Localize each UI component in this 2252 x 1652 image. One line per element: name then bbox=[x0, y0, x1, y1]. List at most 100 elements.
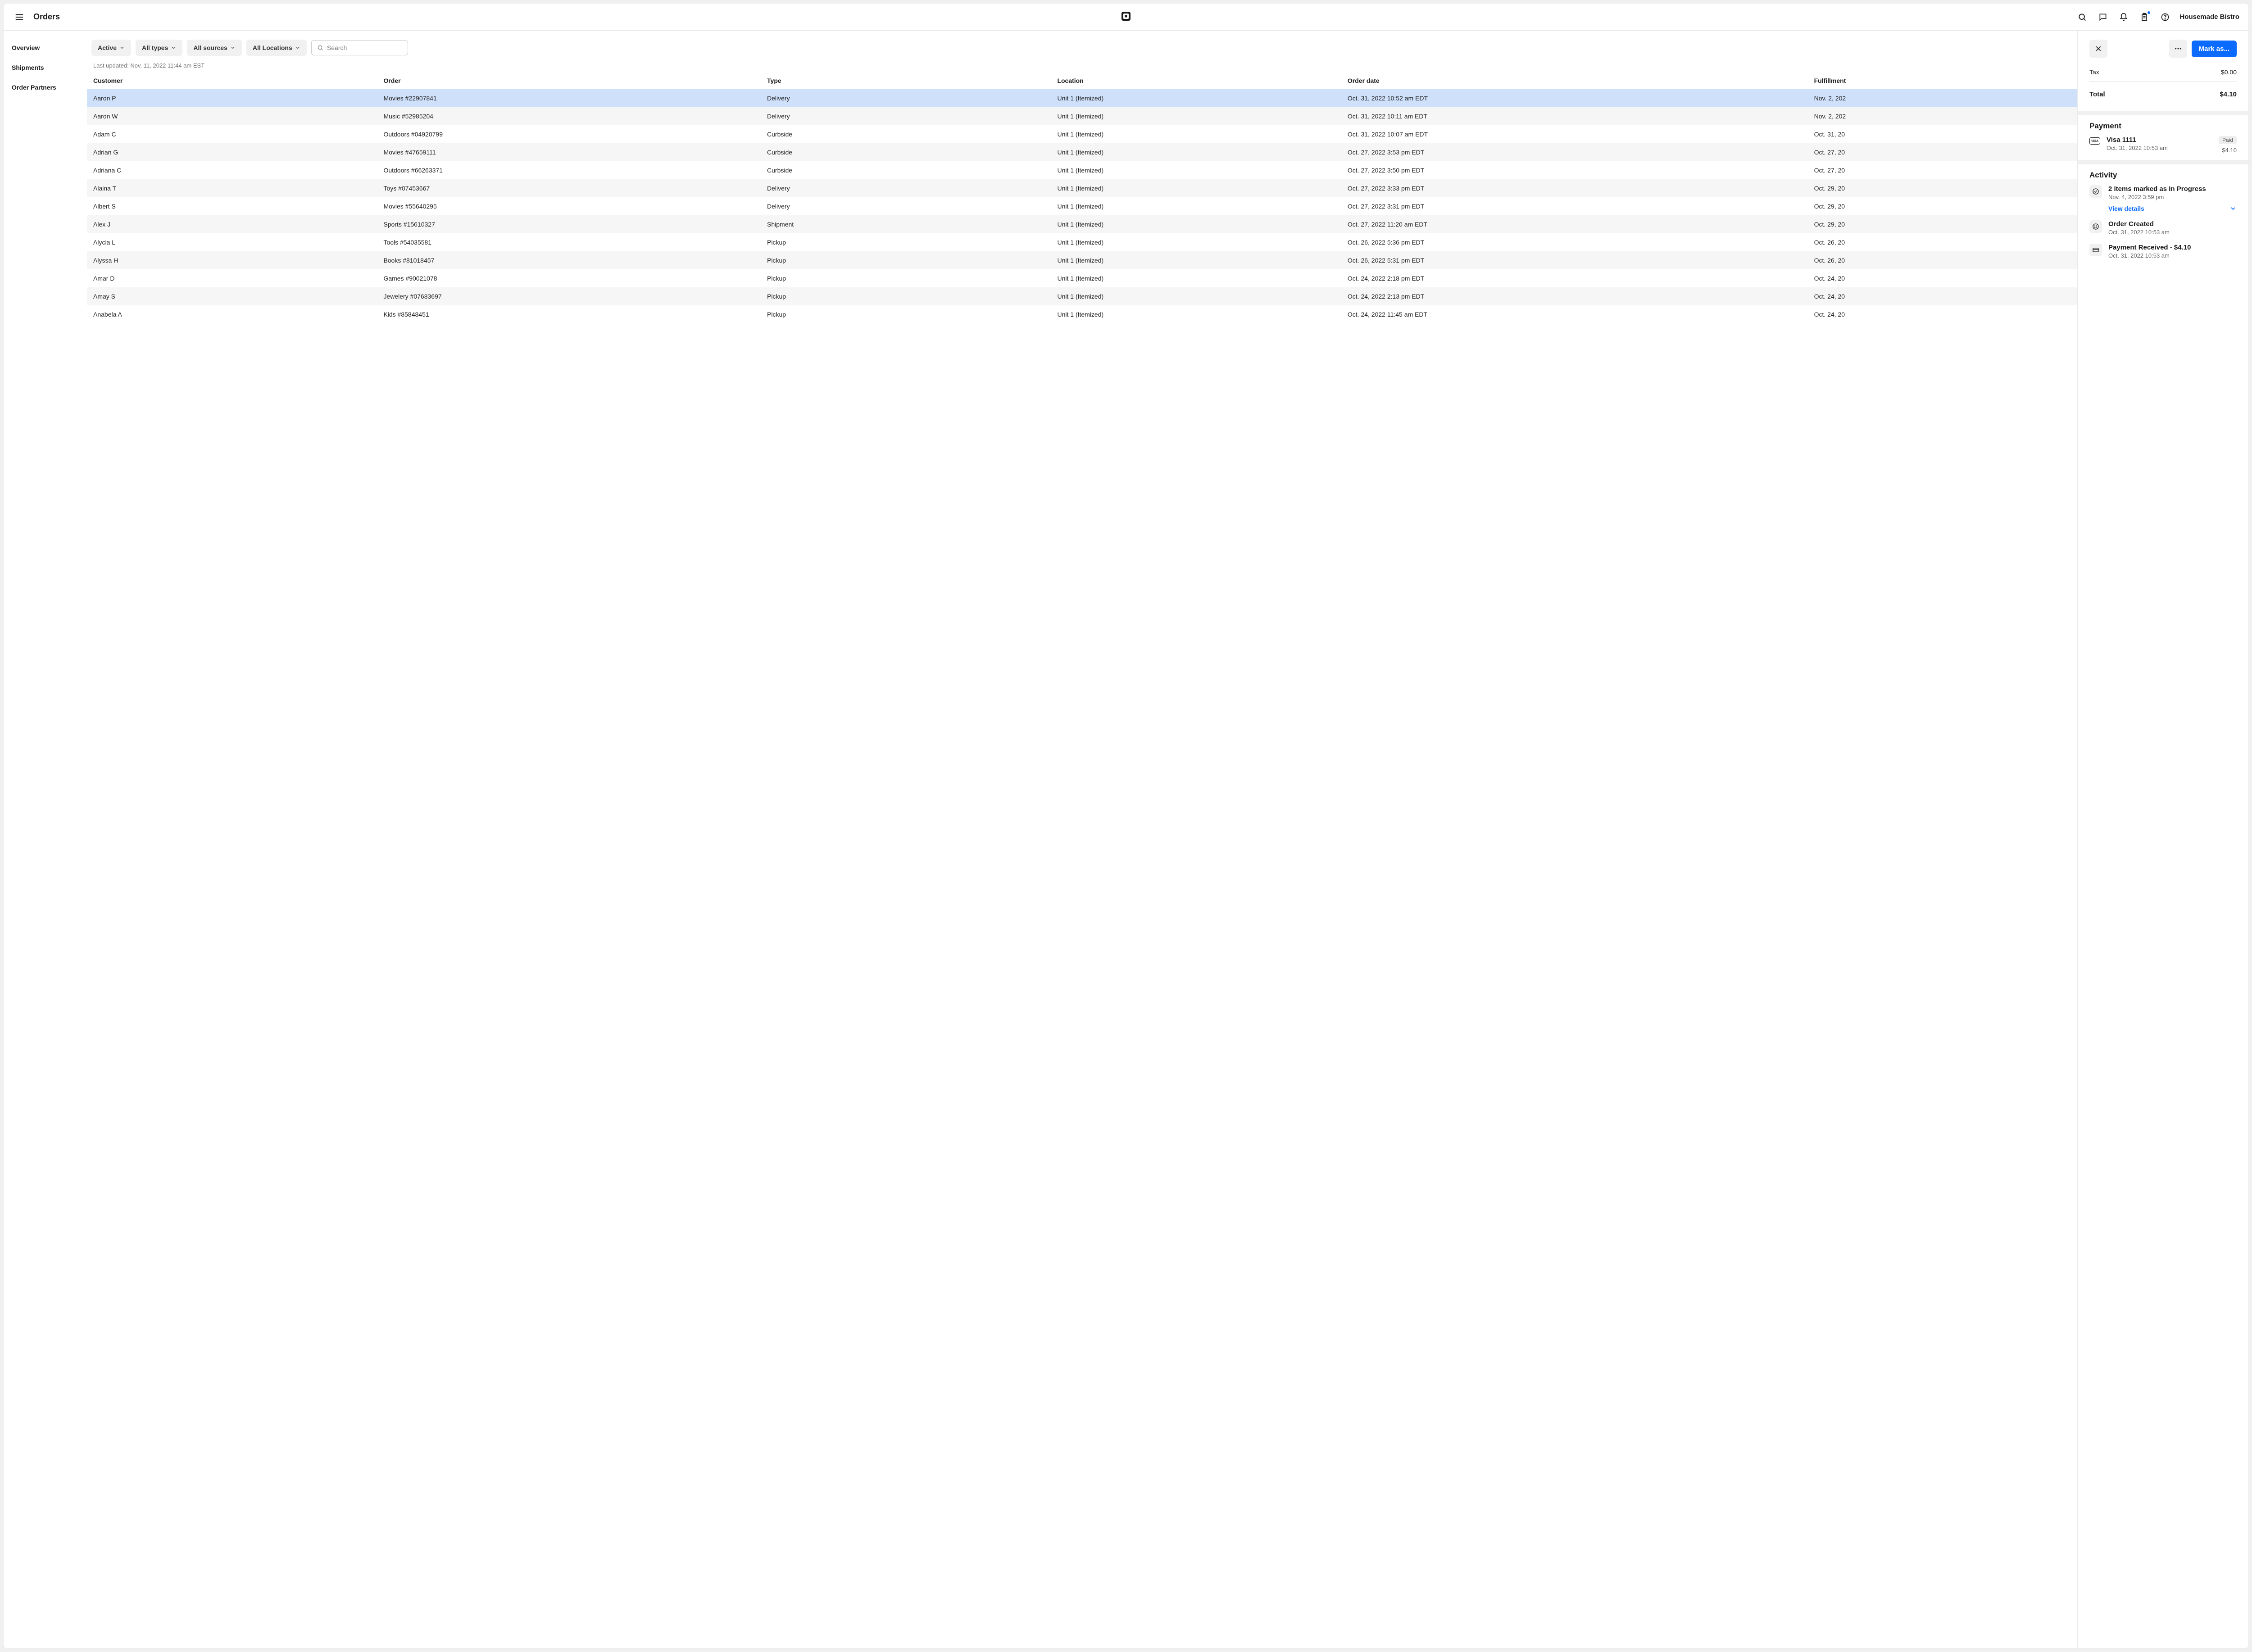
cell-date: Oct. 27, 2022 3:31 pm EDT bbox=[1341, 197, 1808, 215]
cell-location: Unit 1 (Itemized) bbox=[1051, 107, 1341, 125]
cell-order: Sports #15610327 bbox=[377, 215, 761, 233]
search-input[interactable] bbox=[327, 44, 402, 51]
view-details-button[interactable]: View details bbox=[2108, 205, 2237, 212]
cell-date: Oct. 31, 2022 10:07 am EDT bbox=[1341, 125, 1808, 143]
cell-customer: Anabela A bbox=[87, 305, 377, 323]
table-row[interactable]: Aaron PMovies #22907841DeliveryUnit 1 (I… bbox=[87, 89, 2077, 108]
cell-order: Toys #07453667 bbox=[377, 179, 761, 197]
table-row[interactable]: Adriana COutdoors #66263371CurbsideUnit … bbox=[87, 161, 2077, 179]
th-fulfillment[interactable]: Fulfillment bbox=[1808, 73, 2077, 89]
payment-card: Visa 1111 bbox=[2107, 136, 2212, 144]
cell-fulfill: Oct. 29, 20 bbox=[1808, 197, 2077, 215]
cell-type: Shipment bbox=[761, 215, 1051, 233]
payment-amount: $4.10 bbox=[2219, 147, 2237, 154]
cell-location: Unit 1 (Itemized) bbox=[1051, 251, 1341, 269]
cell-customer: Adrian G bbox=[87, 143, 377, 161]
sidebar-item-order-partners[interactable]: Order Partners bbox=[12, 84, 79, 91]
search-button[interactable] bbox=[2076, 11, 2089, 23]
chat-icon bbox=[2098, 13, 2107, 22]
table-row[interactable]: Amar DGames #90021078PickupUnit 1 (Itemi… bbox=[87, 269, 2077, 287]
table-row[interactable]: Alyssa HBooks #81018457PickupUnit 1 (Ite… bbox=[87, 251, 2077, 269]
cell-location: Unit 1 (Itemized) bbox=[1051, 143, 1341, 161]
cell-location: Unit 1 (Itemized) bbox=[1051, 233, 1341, 251]
table-row[interactable]: Alex JSports #15610327ShipmentUnit 1 (It… bbox=[87, 215, 2077, 233]
cell-fulfill: Oct. 31, 20 bbox=[1808, 125, 2077, 143]
cell-customer: Alex J bbox=[87, 215, 377, 233]
notifications-button[interactable] bbox=[2117, 11, 2130, 23]
cell-type: Delivery bbox=[761, 179, 1051, 197]
th-customer[interactable]: Customer bbox=[87, 73, 377, 89]
cell-order: Games #90021078 bbox=[377, 269, 761, 287]
sidebar-item-shipments[interactable]: Shipments bbox=[12, 64, 79, 71]
chat-button[interactable] bbox=[2097, 11, 2109, 23]
table-row[interactable]: Alycia LTools #54035581PickupUnit 1 (Ite… bbox=[87, 233, 2077, 251]
table-row[interactable]: Adrian GMovies #47659111CurbsideUnit 1 (… bbox=[87, 143, 2077, 161]
clipboard-button[interactable] bbox=[2138, 11, 2151, 23]
chevron-down-icon bbox=[230, 45, 236, 50]
cell-date: Oct. 24, 2022 2:18 pm EDT bbox=[1341, 269, 1808, 287]
cell-fulfill: Oct. 27, 20 bbox=[1808, 161, 2077, 179]
chevron-down-icon bbox=[119, 45, 125, 50]
menu-button[interactable] bbox=[13, 10, 26, 24]
filters-row: Active All types All sources All Locatio… bbox=[87, 31, 2077, 62]
help-button[interactable] bbox=[2159, 11, 2171, 23]
cell-location: Unit 1 (Itemized) bbox=[1051, 287, 1341, 305]
cell-fulfill: Oct. 24, 20 bbox=[1808, 287, 2077, 305]
cell-type: Curbside bbox=[761, 161, 1051, 179]
cell-fulfill: Nov. 2, 202 bbox=[1808, 89, 2077, 108]
cell-fulfill: Oct. 29, 20 bbox=[1808, 215, 2077, 233]
filter-types[interactable]: All types bbox=[136, 40, 182, 56]
filter-status[interactable]: Active bbox=[91, 40, 131, 56]
table-row[interactable]: Alaina TToys #07453667DeliveryUnit 1 (It… bbox=[87, 179, 2077, 197]
tax-label: Tax bbox=[2089, 68, 2099, 76]
payment-status-badge: Paid bbox=[2219, 136, 2237, 144]
cell-customer: Amay S bbox=[87, 287, 377, 305]
cell-location: Unit 1 (Itemized) bbox=[1051, 125, 1341, 143]
cell-type: Pickup bbox=[761, 269, 1051, 287]
cell-date: Oct. 26, 2022 5:31 pm EDT bbox=[1341, 251, 1808, 269]
bell-icon bbox=[2119, 13, 2128, 22]
cell-date: Oct. 31, 2022 10:52 am EDT bbox=[1341, 89, 1808, 108]
search-box[interactable] bbox=[311, 40, 408, 55]
last-updated: Last updated: Nov. 11, 2022 11:44 am EST bbox=[87, 62, 2077, 73]
th-type[interactable]: Type bbox=[761, 73, 1051, 89]
mark-as-button[interactable]: Mark as... bbox=[2192, 41, 2237, 57]
cell-order: Outdoors #66263371 bbox=[377, 161, 761, 179]
cell-order: Jewelery #07683697 bbox=[377, 287, 761, 305]
account-name[interactable]: Housemade Bistro bbox=[2179, 13, 2239, 21]
table-row[interactable]: Adam COutdoors #04920799CurbsideUnit 1 (… bbox=[87, 125, 2077, 143]
cell-type: Pickup bbox=[761, 233, 1051, 251]
filter-types-label: All types bbox=[142, 44, 168, 51]
more-actions-button[interactable] bbox=[2169, 40, 2187, 58]
activity-title: Order Created bbox=[2108, 220, 2237, 228]
cell-fulfill: Oct. 27, 20 bbox=[1808, 143, 2077, 161]
cell-customer: Aaron W bbox=[87, 107, 377, 125]
cell-date: Oct. 26, 2022 5:36 pm EDT bbox=[1341, 233, 1808, 251]
table-row[interactable]: Amay SJewelery #07683697PickupUnit 1 (It… bbox=[87, 287, 2077, 305]
th-order[interactable]: Order bbox=[377, 73, 761, 89]
cell-fulfill: Oct. 26, 20 bbox=[1808, 233, 2077, 251]
cell-date: Oct. 31, 2022 10:11 am EDT bbox=[1341, 107, 1808, 125]
cell-type: Curbside bbox=[761, 125, 1051, 143]
cell-location: Unit 1 (Itemized) bbox=[1051, 161, 1341, 179]
sidebar-item-overview[interactable]: Overview bbox=[12, 44, 79, 51]
table-row[interactable]: Aaron WMusic #52985204DeliveryUnit 1 (It… bbox=[87, 107, 2077, 125]
filter-locations[interactable]: All Locations bbox=[246, 40, 307, 56]
close-detail-button[interactable] bbox=[2089, 40, 2107, 58]
table-row[interactable]: Albert SMovies #55640295DeliveryUnit 1 (… bbox=[87, 197, 2077, 215]
cell-location: Unit 1 (Itemized) bbox=[1051, 197, 1341, 215]
cell-order: Music #52985204 bbox=[377, 107, 761, 125]
cell-date: Oct. 27, 2022 3:53 pm EDT bbox=[1341, 143, 1808, 161]
th-order-date[interactable]: Order date bbox=[1341, 73, 1808, 89]
filter-sources[interactable]: All sources bbox=[187, 40, 241, 56]
cell-type: Curbside bbox=[761, 143, 1051, 161]
smile-icon bbox=[2089, 220, 2102, 233]
cell-date: Oct. 27, 2022 11:20 am EDT bbox=[1341, 215, 1808, 233]
notification-dot bbox=[2147, 11, 2151, 14]
cell-customer: Albert S bbox=[87, 197, 377, 215]
cell-fulfill: Oct. 24, 20 bbox=[1808, 269, 2077, 287]
table-row[interactable]: Anabela AKids #85848451PickupUnit 1 (Ite… bbox=[87, 305, 2077, 323]
cell-order: Movies #47659111 bbox=[377, 143, 761, 161]
cell-customer: Alycia L bbox=[87, 233, 377, 251]
th-location[interactable]: Location bbox=[1051, 73, 1341, 89]
